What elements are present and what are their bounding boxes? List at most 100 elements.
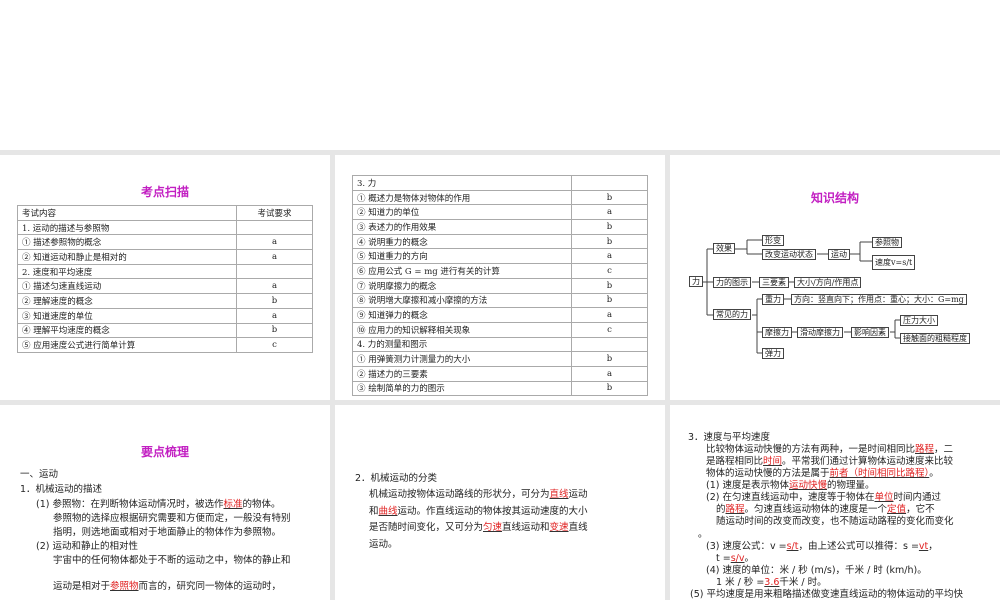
slide-key-points[interactable]: 要点梳理 一、运动 1．机械运动的描述 (1) 参照物：在判断物体运动情况时，被选作… [0,405,330,600]
table-row: 1. 运动的描述与参照物 [17,219,313,236]
text-segment: 。平常我们通过计算物体运动速度来比较 [782,456,954,467]
content-cell: ③ 表述力的作用效果 [352,219,572,235]
mindmap-node-jiechu: 接触面的粗糙程度 [900,333,970,344]
mindmap-node-canzhao: 参照物 [872,237,902,248]
answer-blank: s/t [786,541,799,552]
slide-exam-points-continued[interactable]: 3. 力① 概述力是物体对物体的作用 b ② 知道力的单位 a ③ 表述力的作用效果 b ④… [335,155,665,400]
answer-blank: 变速 [549,522,569,533]
text-segment: 机械运动按物体运动路线的形状分，可分为 [369,489,550,500]
text-segment: ，二 [934,444,954,455]
answer-blank: 3.6 [764,577,780,588]
blank-top-area [0,0,1000,150]
requirement-cell: a [571,248,648,265]
table-row: ④ 说明重力的概念 b [352,233,648,250]
text-segment: 运动。 [369,539,398,550]
content-cell: ② 理解速度的概念 [17,293,237,309]
text-segment: 运动 [568,489,588,500]
mindmap-node-daxiao: 大小/方向/作用点 [794,277,862,288]
requirement-cell: c [571,263,648,279]
text-line: 比较物体运动快慢的方法有两种，一是时间相同比路程，二 [706,444,953,456]
column-header: 考试内容 [17,205,237,221]
answer-blank: 运动快慢 [788,480,827,491]
slide-exam-points[interactable]: 考点扫描 考试内容 考试要求 1. 运动的描述与参照物 ① 描述参照物的概念 a ② 知道… [0,155,330,400]
mindmap-node-moca: 摩擦力 [762,327,792,338]
text-line: (1) 参照物：在判断物体运动情况时，被选作标准的物体。 [36,499,281,511]
requirement-cell: a [571,365,648,382]
text-segment: 参照物的选择应根据研究需要和方便而定，一般没有特别 [53,513,291,524]
mindmap-node-yundong: 运动 [828,249,850,260]
text-segment: 直线运动和 [502,522,550,533]
text-line: 宇宙中的任何物体都处于不断的运动之中，物体的静止和 [53,555,291,567]
text-segment: (1) 速度是表示物体 [706,480,789,491]
exam-table: 3. 力① 概述力是物体对物体的作用 b ② 知道力的单位 a ③ 表述力的作用效果 b ④… [352,175,648,397]
text-line: 运动是相对于参照物而言的，研究同一物体的运动时， [53,581,281,593]
content-cell: ① 用弹簧测力计测量力的大小 [352,351,572,367]
answer-blank: 定值 [887,504,907,515]
content-cell: ① 概述力是物体对物体的作用 [352,189,572,206]
table-row: ⑧ 说明增大摩擦和减小摩擦的方法 b [352,292,648,309]
text-segment: 直线 [568,522,588,533]
text-segment: (2) 在匀速直线运动中，速度等于物体在 [706,492,875,503]
text-segment: (5) 平均速度是用来粗略描述做变速直线运动的物体运动的平均快 [690,589,963,600]
text-line: (4) 速度的单位：米 / 秒 (m/s)，千米 / 时 (km/h)。 [706,565,927,577]
text-line: 运动。 [369,539,398,551]
mindmap-node-tanli: 弹力 [762,348,784,359]
text-segment: 物体的运动快慢的方法是属于 [706,468,830,479]
requirement-cell: b [571,380,648,397]
slide-title: 考点扫描 [140,185,189,199]
table-row: ⑥ 应用公式 G = mg 进行有关的计算 c [352,263,648,279]
slide-motion-classification[interactable]: 2．机械运动的分类 机械运动按物体运动路线的形状分，可分为直线运动 和曲线运动。作直… [335,405,665,600]
text-segment: 一、运动 [20,469,59,480]
text-line: (2) 运动和静止的相对性 [36,541,138,553]
column-header: 考试要求 [236,205,313,221]
content-cell: ① 描述参照物的概念 [17,234,237,251]
mindmap-node-huadong: 滑动摩擦力 [797,327,843,338]
answer-blank: 路程 [725,504,745,515]
content-cell: ④ 理解平均速度的概念 [17,322,237,339]
mindmap-node-xiaoguo: 效果 [713,243,735,254]
answer-blank: 路程 [915,444,935,455]
text-segment: 。匀速直线运动物体的速度是一个 [744,504,888,515]
text-segment: 指明，则选地面或相对于地面静止的物体作为参照物。 [53,527,282,538]
requirement-cell: a [571,204,648,221]
text-segment: 随运动时间的改变而改变，也不随运动路程的变化而变化 [716,516,954,527]
table-row: ② 描述力的三要素 a [352,365,648,382]
requirement-cell: b [571,351,648,367]
slide-speed[interactable]: 3．速度与平均速度 比较物体运动快慢的方法有两种，一是时间相同比路程，二 是路程相同… [670,405,1000,600]
content-cell: ⑧ 说明增大摩擦和减小摩擦的方法 [352,292,572,309]
text-line: 1．机械运动的描述 [20,484,102,496]
text-segment: 宇宙中的任何物体都处于不断的运动之中，物体的静止和 [53,555,291,566]
text-segment: 运动是相对于 [53,581,111,592]
content-cell: ⑥ 应用公式 G = mg 进行有关的计算 [352,263,572,279]
content-cell: ④ 说明重力的概念 [352,233,572,250]
requirement-cell: b [236,322,313,339]
text-segment: 比较物体运动快慢的方法有两种，一是时间相同比 [706,444,916,455]
text-line: t =s/v。 [716,553,754,565]
content-cell: ⑦ 说明摩擦力的概念 [352,277,572,294]
text-line: 参照物的选择应根据研究需要和方便而定，一般没有特别 [53,513,291,525]
table-row: ⑩ 应用力的知识解释相关现象 c [352,321,648,338]
text-segment: 和 [369,506,379,517]
table-row: ② 理解速度的概念 b [17,293,313,309]
text-segment: 的物理量。 [827,480,875,491]
exam-table: 考试内容 考试要求 1. 运动的描述与参照物 ① 描述参照物的概念 a ② 知道运动和静止… [17,205,313,353]
text-segment: (2) 运动和静止的相对性 [36,541,138,552]
requirement-cell [236,263,313,280]
text-segment: 。 [698,529,708,540]
text-segment: (3) 速度公式：v = [706,541,787,552]
text-segment: 2．机械运动的分类 [355,473,438,484]
table-row: ⑤ 知道重力的方向 a [352,248,648,265]
mindmap-node-yali: 压力大小 [900,315,938,326]
text-segment: 3．速度与平均速度 [688,432,771,443]
table-row: ③ 绘制简单的力的图示 b [352,380,648,397]
content-cell: ② 描述力的三要素 [352,365,572,382]
requirement-cell: a [236,249,313,265]
requirement-cell: b [571,219,648,235]
text-line: 是否随时间变化，又可分为匀速直线运动和变速直线 [369,522,588,534]
text-line: 指明，则选地面或相对于地面静止的物体作为参照物。 [53,527,281,539]
table-row: 3. 力 [352,175,648,191]
text-segment: 是路程相同比 [706,456,764,467]
text-segment: 运动。作直线运动的物体按其运动速度的大小 [397,506,588,517]
slide-knowledge-structure[interactable]: 知识结构 力效果 形变 改变运动状态 运动 参照物 速度v=s/t 力的图示 三要素 大小/方向… [670,155,1000,400]
table-row: ① 描述匀速直线运动 a [17,278,313,295]
